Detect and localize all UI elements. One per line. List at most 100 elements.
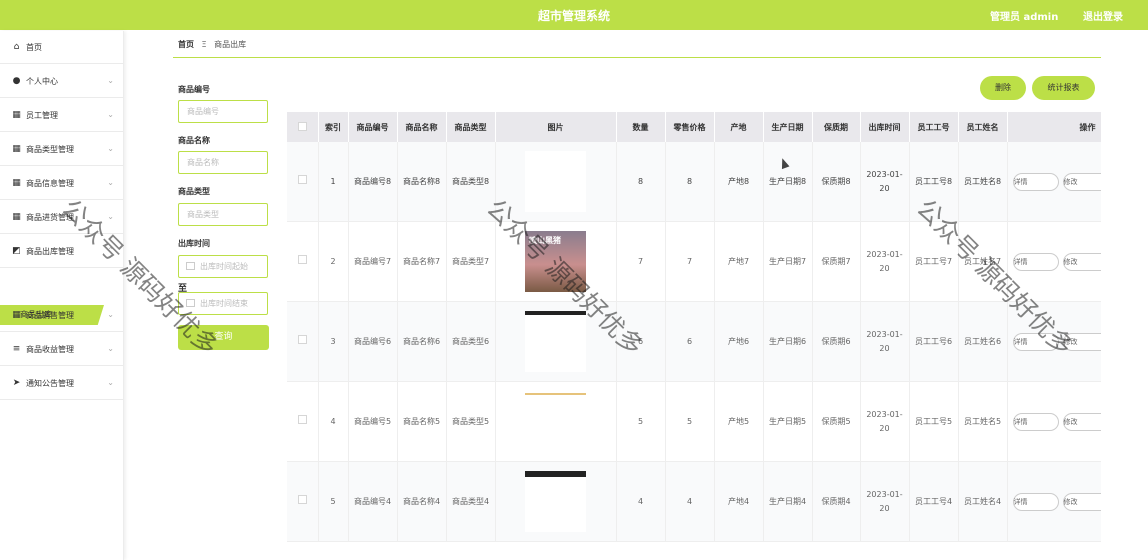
chevron-down-icon: ⌄ <box>107 344 114 353</box>
index-cell: 4 <box>318 381 349 462</box>
sidebar-item-label: 商品销售管理 <box>26 310 74 320</box>
row-select-cell[interactable] <box>287 301 319 382</box>
logout-link[interactable]: 退出登录 <box>1083 8 1123 23</box>
emp-name-cell: 员工姓名8 <box>958 142 1008 222</box>
detail-button[interactable]: 详情 <box>1012 412 1059 431</box>
row-select-cell[interactable] <box>287 221 319 302</box>
calendar-icon <box>186 262 195 270</box>
sidebar-item-label: 首页 <box>26 42 42 52</box>
table-header-row: 索引 商品编号 商品名称 商品类型 图片 数量 零售价格 产地 生产日期 保质期… <box>287 112 1101 142</box>
price-cell: 6 <box>665 301 715 382</box>
row-select-cell[interactable] <box>287 461 319 542</box>
sidebar-item-employee[interactable]: ▦ 员工管理 ⌄ <box>0 99 123 132</box>
select-all-checkbox[interactable] <box>297 121 307 131</box>
type-cell: 商品类型5 <box>446 381 496 462</box>
code-cell: 商品编号8 <box>348 142 398 222</box>
row-checkbox[interactable] <box>297 494 307 504</box>
edit-button[interactable]: 修改 <box>1062 412 1101 431</box>
chevron-down-icon: ⌄ <box>107 76 114 85</box>
sidebar-item-outbound[interactable]: ◩ 商品出库管理 ⌃ <box>0 235 123 268</box>
prod-date-cell: 生产日期7 <box>763 221 813 302</box>
sidebar-item-home[interactable]: ⌂ 首页 <box>0 31 123 64</box>
index-cell: 3 <box>318 301 349 382</box>
emp-name-cell: 员工姓名6 <box>958 301 1008 382</box>
chevron-up-icon: ⌃ <box>107 246 114 255</box>
qty-cell: 4 <box>616 461 666 542</box>
prod-date-cell: 生产日期4 <box>763 461 813 542</box>
name-input[interactable]: 商品名称 <box>178 151 268 174</box>
edit-button[interactable]: 修改 <box>1062 492 1101 511</box>
sidebar-item-purchase[interactable]: ▦ 商品进货管理 ⌄ <box>0 201 123 234</box>
qty-cell: 5 <box>616 381 666 462</box>
qty-cell: 7 <box>616 221 666 302</box>
breadcrumb-home[interactable]: 首页 <box>178 40 194 49</box>
row-checkbox[interactable] <box>297 414 307 424</box>
origin-cell: 产地8 <box>714 142 764 222</box>
code-input[interactable]: 商品编号 <box>178 100 268 123</box>
detail-button[interactable]: 详情 <box>1012 252 1059 271</box>
prod-date-cell: 生产日期6 <box>763 301 813 382</box>
report-button[interactable]: 统计报表 <box>1032 76 1095 100</box>
emp-no-cell: 员工工号8 <box>909 142 959 222</box>
out-time-cell: 2023-01-20 <box>860 142 910 222</box>
sidebar-item-revenue[interactable]: ≡ 商品收益管理 ⌄ <box>0 333 123 366</box>
sidebar-item-product-type[interactable]: ▦ 商品类型管理 ⌄ <box>0 133 123 166</box>
breadcrumb-current: 商品出库 <box>214 40 247 49</box>
prod-date-cell: 生产日期8 <box>763 142 813 222</box>
sidebar-item-notice[interactable]: ➤ 通知公告管理 ⌄ <box>0 367 123 400</box>
edit-button[interactable]: 修改 <box>1062 172 1101 191</box>
code-cell: 商品编号7 <box>348 221 398 302</box>
detail-button[interactable]: 详情 <box>1012 332 1059 351</box>
column-header: 零售价格 <box>665 112 715 142</box>
sidebar-item-product-info[interactable]: ▦ 商品信息管理 ⌄ <box>0 167 123 200</box>
end-date-input[interactable]: 出库时间结束 <box>178 292 268 315</box>
table-row: 4 商品编号5 商品名称5 商品类型5 5 5 产地5 生产日期5 保质期5 2… <box>287 381 1101 462</box>
delete-button[interactable]: 删除 <box>980 76 1026 100</box>
product-image <box>525 471 586 532</box>
sidebar-item-label: 商品收益管理 <box>26 344 74 354</box>
sidebar-item-label: 商品信息管理 <box>26 178 74 188</box>
time-label: 出库时间 <box>178 239 210 248</box>
sidebar-item-sales[interactable]: ▦ 商品销售管理 ⌄ <box>0 299 123 332</box>
name-cell: 商品名称7 <box>397 221 447 302</box>
table-row: 2 商品编号7 商品名称7 商品类型7 喷山黑猪 7 7 产地7 生产日期7 保… <box>287 221 1101 302</box>
send-icon: ➤ <box>12 378 21 388</box>
row-select-cell[interactable] <box>287 142 319 222</box>
product-image <box>525 311 586 372</box>
edit-button[interactable]: 修改 <box>1062 332 1101 351</box>
type-cell: 商品类型6 <box>446 301 496 382</box>
detail-button[interactable]: 详情 <box>1012 492 1059 511</box>
row-select-cell[interactable] <box>287 381 319 462</box>
top-bar: 超市管理系统 管理员 admin 退出登录 <box>0 0 1148 30</box>
emp-name-cell: 员工姓名4 <box>958 461 1008 542</box>
row-checkbox[interactable] <box>297 174 307 184</box>
index-cell: 2 <box>318 221 349 302</box>
action-cell: 详情 修改 <box>1007 221 1101 302</box>
grid-icon: ▦ <box>12 178 21 188</box>
row-checkbox[interactable] <box>297 254 307 264</box>
image-cell <box>495 461 617 542</box>
list-icon: ≡ <box>12 344 21 354</box>
edit-button[interactable]: 修改 <box>1062 252 1101 271</box>
column-header: 产地 <box>714 112 764 142</box>
code-label: 商品编号 <box>178 85 210 94</box>
price-cell: 4 <box>665 461 715 542</box>
type-input[interactable]: 商品类型 <box>178 203 268 226</box>
sidebar-item-personal-center[interactable]: ● 个人中心 ⌄ <box>0 65 123 98</box>
query-button[interactable]: 查询 <box>178 325 269 350</box>
column-header: 生产日期 <box>763 112 813 142</box>
shelf-cell: 保质期7 <box>812 221 861 302</box>
sidebar-item-label: 商品进货管理 <box>26 212 74 222</box>
end-date-placeholder: 出库时间结束 <box>200 299 248 308</box>
detail-button[interactable]: 详情 <box>1012 172 1059 191</box>
type-label: 商品类型 <box>178 187 210 196</box>
action-cell: 详情 修改 <box>1007 461 1101 542</box>
action-cell: 详情 修改 <box>1007 381 1101 462</box>
column-header: 出库时间 <box>860 112 910 142</box>
start-date-input[interactable]: 出库时间起始 <box>178 255 268 278</box>
row-checkbox[interactable] <box>297 334 307 344</box>
calendar-icon <box>186 299 195 307</box>
select-all-header[interactable] <box>287 112 319 142</box>
table-row: 1 商品编号8 商品名称8 商品类型8 8 8 产地8 生产日期8 保质期8 2… <box>287 142 1101 222</box>
table-row: 3 商品编号6 商品名称6 商品类型6 6 6 产地6 生产日期6 保质期6 2… <box>287 301 1101 382</box>
